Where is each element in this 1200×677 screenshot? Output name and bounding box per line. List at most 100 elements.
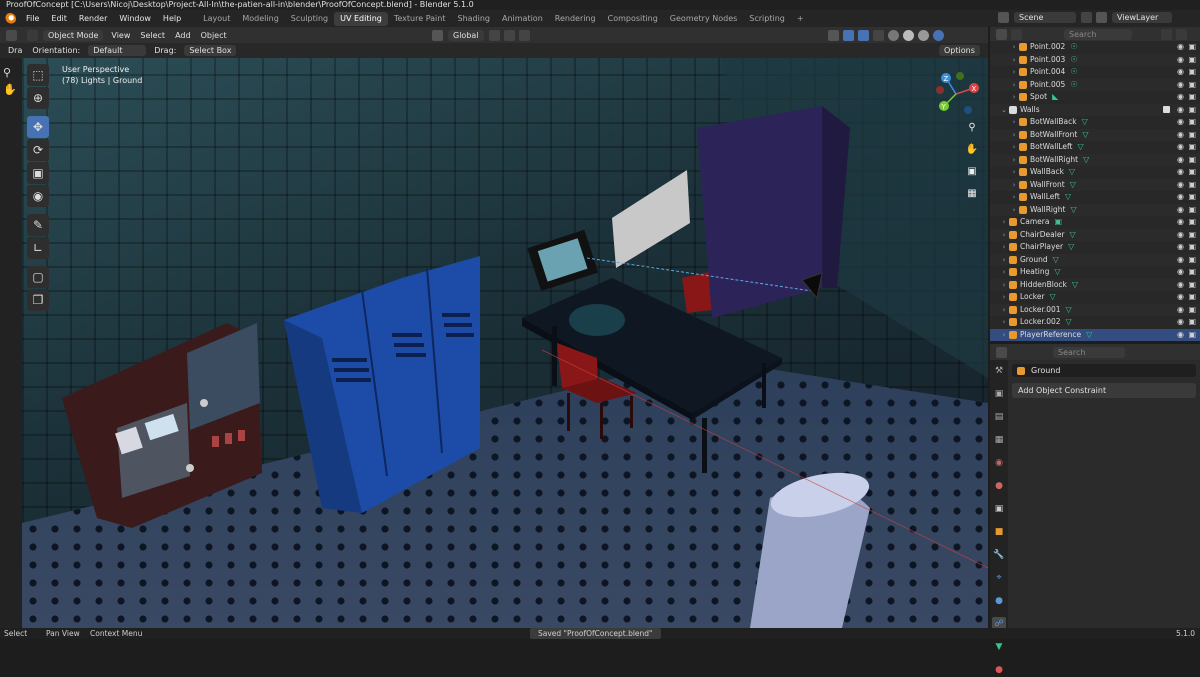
render-camera-icon[interactable]: ▣: [1188, 266, 1196, 279]
scene-tab-icon[interactable]: ◉: [992, 456, 1006, 470]
mesh-data-icon[interactable]: ▽: [1070, 179, 1076, 192]
eye-icon[interactable]: ◉: [1177, 66, 1184, 79]
xray-icon[interactable]: [873, 29, 884, 41]
expand-right-icon[interactable]: ›: [1000, 229, 1008, 242]
world-tab-icon[interactable]: ●: [992, 479, 1006, 493]
light-data-icon[interactable]: ☉: [1070, 41, 1077, 54]
expand-right-icon[interactable]: ›: [1010, 79, 1018, 92]
mesh-data-icon[interactable]: ▽: [1050, 291, 1056, 304]
eye-icon[interactable]: ◉: [1177, 104, 1184, 117]
render-camera-icon[interactable]: ▣: [1188, 179, 1196, 192]
outliner-row[interactable]: › Locker.001 ▽ ◉ ▣: [990, 303, 1200, 317]
expand-down-icon[interactable]: ⌄: [1000, 104, 1008, 117]
tab-uv-editing[interactable]: UV Editing: [334, 11, 388, 26]
mesh-data-icon[interactable]: ▽: [1054, 266, 1060, 279]
expand-right-icon[interactable]: ›: [1000, 216, 1008, 229]
expand-right-icon[interactable]: ›: [1000, 241, 1008, 254]
menu-edit[interactable]: Edit: [45, 14, 73, 23]
menu-render[interactable]: Render: [73, 14, 113, 23]
outliner-row[interactable]: › Locker ▽ ◉ ▣: [990, 291, 1200, 304]
outliner-row[interactable]: › Heating ▽ ◉ ▣: [990, 266, 1200, 279]
snap-icon[interactable]: [503, 29, 515, 41]
outliner-row[interactable]: › Point.002 ☉ ◉ ▣: [990, 41, 1200, 54]
eye-icon[interactable]: ◉: [1177, 91, 1184, 104]
outliner-row[interactable]: › HiddenBlock ▽ ◉ ▣: [990, 278, 1200, 292]
display-mode-icon[interactable]: [1011, 28, 1022, 40]
render-camera-icon[interactable]: ▣: [1188, 66, 1196, 79]
solid-shading-icon[interactable]: [903, 29, 914, 41]
eye-icon[interactable]: ◉: [1177, 329, 1184, 342]
outliner-row[interactable]: › Point.004 ☉ ◉ ▣: [990, 66, 1200, 79]
outliner-row[interactable]: › WallRight ▽ ◉ ▣: [990, 203, 1200, 217]
tab-modeling[interactable]: Modeling: [236, 12, 284, 26]
mesh-data-icon[interactable]: ▽: [1053, 254, 1059, 267]
render-camera-icon[interactable]: ▣: [1188, 116, 1196, 129]
outliner-row[interactable]: › Point.003 ☉ ◉ ▣: [990, 53, 1200, 67]
eye-icon[interactable]: ◉: [1177, 229, 1184, 242]
mode-dropdown[interactable]: Object Mode: [43, 29, 104, 41]
expand-right-icon[interactable]: ›: [1010, 91, 1018, 104]
add-object-constraint-dropdown[interactable]: Add Object Constraint: [1012, 383, 1196, 398]
physics-tab-icon[interactable]: ●: [992, 594, 1006, 608]
outliner-row[interactable]: › BotWallFront ▽ ◉ ▣: [990, 128, 1200, 142]
eye-icon[interactable]: ◉: [1177, 166, 1184, 179]
expand-right-icon[interactable]: ›: [1000, 279, 1008, 292]
rotate-tool-icon[interactable]: ⟳: [27, 139, 49, 161]
render-camera-icon[interactable]: ▣: [1188, 304, 1196, 317]
outliner-row[interactable]: › Camera ▣ ◉ ▣: [990, 216, 1200, 229]
outliner-row[interactable]: › Ground ▽ ◉ ▣: [990, 253, 1200, 267]
pivot-icon[interactable]: [488, 29, 500, 41]
outliner-row[interactable]: › ChairPlayer ▽ ◉ ▣: [990, 241, 1200, 254]
outliner-row[interactable]: ⌄ Walls ◉ ▣: [990, 103, 1200, 117]
outliner-editor-icon[interactable]: [996, 28, 1007, 40]
render-camera-icon[interactable]: ▣: [1188, 191, 1196, 204]
outliner-row[interactable]: › BotWallBack ▽ ◉ ▣: [990, 116, 1200, 129]
outliner-row[interactable]: › ChairDealer ▽ ◉ ▣: [990, 228, 1200, 242]
scene-icon[interactable]: [998, 12, 1009, 23]
render-camera-icon[interactable]: ▣: [1188, 79, 1196, 92]
mesh-data-icon[interactable]: ▽: [1065, 191, 1071, 204]
render-camera-icon[interactable]: ▣: [1188, 241, 1196, 254]
tab-texture-paint[interactable]: Texture Paint: [388, 12, 452, 26]
tab-layout[interactable]: Layout: [197, 12, 236, 26]
eye-icon[interactable]: ◉: [1177, 241, 1184, 254]
expand-right-icon[interactable]: ›: [1000, 316, 1008, 329]
eye-icon[interactable]: ◉: [1177, 141, 1184, 154]
drag-dropdown[interactable]: Select Box: [184, 45, 237, 56]
tab-sculpting[interactable]: Sculpting: [285, 12, 334, 26]
render-tab-icon[interactable]: ▣: [992, 387, 1006, 401]
collection-tab-icon[interactable]: ▣: [992, 502, 1006, 516]
light-data-icon[interactable]: ☉: [1070, 54, 1077, 67]
render-camera-icon[interactable]: ▣: [1188, 129, 1196, 142]
menu-file[interactable]: File: [20, 14, 45, 23]
mesh-data-icon[interactable]: ▽: [1066, 316, 1072, 329]
eye-icon[interactable]: ◉: [1177, 129, 1184, 142]
gizmo-toggle-icon[interactable]: [843, 29, 854, 41]
outliner-row[interactable]: › Locker.002 ▽ ◉ ▣: [990, 316, 1200, 329]
eye-icon[interactable]: ◉: [1177, 41, 1184, 54]
outliner-row[interactable]: › WallLeft ▽ ◉ ▣: [990, 191, 1200, 204]
output-tab-icon[interactable]: ▤: [992, 410, 1006, 424]
material-tab-icon[interactable]: ●: [992, 663, 1006, 677]
eye-icon[interactable]: ◉: [1177, 191, 1184, 204]
view-layer-icon[interactable]: [1096, 12, 1107, 23]
mesh-data-icon[interactable]: ▽: [1083, 154, 1089, 167]
tab-geometry-nodes[interactable]: Geometry Nodes: [664, 12, 743, 26]
eye-icon[interactable]: ◉: [1177, 204, 1184, 217]
editor-type-icon[interactable]: [6, 29, 17, 41]
expand-right-icon[interactable]: ›: [1000, 291, 1008, 304]
expand-right-icon[interactable]: ›: [1010, 166, 1018, 179]
rendered-shading-icon[interactable]: [933, 29, 944, 41]
expand-right-icon[interactable]: ›: [1010, 179, 1018, 192]
annotate-tool-icon[interactable]: ✎: [27, 214, 49, 236]
transform-orientation-dropdown[interactable]: Global: [448, 29, 484, 41]
zoom-view-icon[interactable]: ⚲: [964, 120, 980, 136]
particles-tab-icon[interactable]: ⌖: [992, 571, 1006, 585]
tool-tab-icon[interactable]: ⚒: [992, 364, 1006, 378]
render-camera-icon[interactable]: ▣: [1188, 229, 1196, 242]
outliner-row[interactable]: › WallFront ▽ ◉ ▣: [990, 178, 1200, 192]
render-camera-icon[interactable]: ▣: [1188, 141, 1196, 154]
mesh-data-icon[interactable]: ▽: [1068, 241, 1074, 254]
render-camera-icon[interactable]: ▣: [1188, 254, 1196, 267]
add-cube-tool-icon[interactable]: ▢: [27, 266, 49, 288]
